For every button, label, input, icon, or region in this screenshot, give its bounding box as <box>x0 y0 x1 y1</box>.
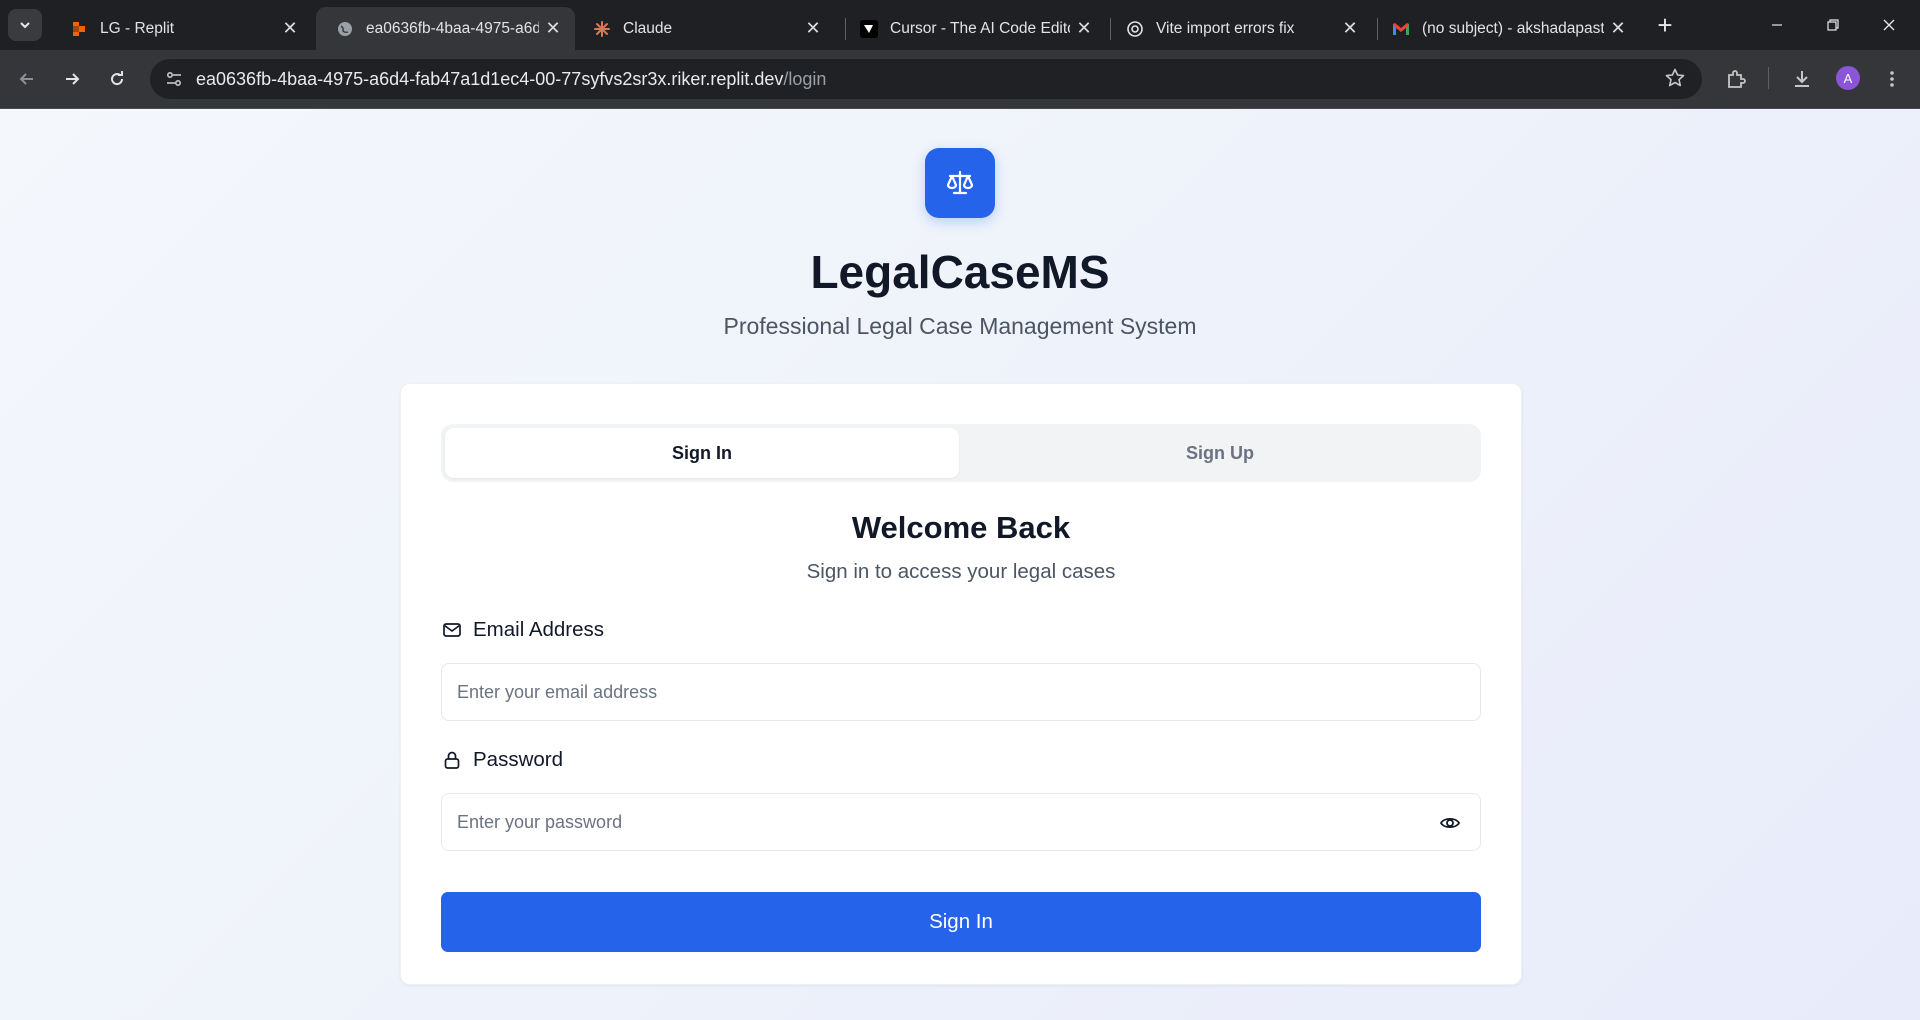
new-tab-button[interactable]: + <box>1650 10 1680 40</box>
tab-sign-up[interactable]: Sign Up <box>963 428 1477 478</box>
more-vert-icon <box>1890 71 1894 87</box>
browser-tab-gmail[interactable]: (no subject) - akshadapasta ✕ <box>1372 7 1640 50</box>
chatgpt-icon <box>1126 20 1144 38</box>
chevron-down-icon <box>20 22 30 29</box>
password-label-text: Password <box>473 748 564 771</box>
arrow-right-icon <box>66 73 80 85</box>
url-text: ea0636fb-4baa-4975-a6d4-fab47a1d1ec4-00-… <box>196 69 826 90</box>
tab-title: LG - Replit <box>100 19 175 37</box>
site-settings-icon[interactable] <box>162 67 186 91</box>
minimize-icon <box>1772 24 1782 26</box>
email-input[interactable] <box>442 664 1417 720</box>
cursor-icon <box>860 19 878 38</box>
password-field-wrapper <box>441 793 1481 851</box>
password-input[interactable] <box>442 794 1417 850</box>
replit-icon <box>70 20 88 38</box>
close-icon[interactable]: ✕ <box>539 18 567 39</box>
login-page: LegalCaseMS Professional Legal Case Mana… <box>0 109 1920 1020</box>
close-icon[interactable]: ✕ <box>799 18 827 39</box>
forward-button[interactable] <box>56 63 88 95</box>
extensions-button[interactable] <box>1720 63 1752 95</box>
mail-icon <box>441 619 463 641</box>
back-button[interactable] <box>11 63 43 95</box>
tab-title: Claude <box>623 19 673 37</box>
bookmark-star-icon[interactable] <box>1664 67 1686 94</box>
toolbar-divider <box>1768 67 1769 89</box>
puzzle-icon <box>1728 70 1746 88</box>
browser-tab-strip: LG - Replit ✕ ea0636fb-4baa-4975-a6d4 ✕ … <box>0 0 1920 50</box>
password-label: Password <box>441 748 563 772</box>
globe-icon <box>336 20 354 38</box>
browser-menu-button[interactable] <box>1876 63 1908 95</box>
browser-toolbar: ea0636fb-4baa-4975-a6d4-fab47a1d1ec4-00-… <box>0 50 1920 109</box>
minimize-button[interactable] <box>1754 8 1800 42</box>
restore-button[interactable] <box>1810 8 1856 42</box>
claude-icon <box>593 20 611 38</box>
sign-in-button[interactable]: Sign In <box>441 892 1481 952</box>
url-path: /login <box>783 68 827 89</box>
reload-button[interactable] <box>101 63 133 95</box>
auth-card: Sign In Sign Up Welcome Back Sign in to … <box>400 383 1522 985</box>
url-host: ea0636fb-4baa-4975-a6d4-fab47a1d1ec4-00-… <box>196 68 784 89</box>
arrow-left-icon <box>19 73 33 85</box>
form-heading: Welcome Back <box>851 510 1071 545</box>
restore-icon <box>1827 19 1839 31</box>
close-icon[interactable]: ✕ <box>1604 18 1632 39</box>
app-name: LegalCaseMS <box>810 246 1110 298</box>
lock-icon <box>441 749 463 771</box>
app-logo <box>925 148 995 218</box>
tab-title: Cursor - The AI Code Editor <box>890 19 1070 37</box>
email-label-text: Email Address <box>473 618 605 641</box>
scale-icon <box>946 170 974 195</box>
profile-avatar[interactable]: A <box>1836 66 1860 90</box>
auth-tabs: Sign In Sign Up <box>441 424 1481 482</box>
app-tagline: Professional Legal Case Management Syste… <box>723 313 1197 339</box>
eye-icon[interactable] <box>1438 811 1462 835</box>
reload-icon <box>111 71 124 86</box>
close-window-button[interactable] <box>1866 8 1912 42</box>
gmail-icon <box>1392 20 1410 38</box>
download-icon <box>1795 71 1809 87</box>
address-bar[interactable]: ea0636fb-4baa-4975-a6d4-fab47a1d1ec4-00-… <box>150 59 1702 99</box>
browser-tab-claude[interactable]: Claude ✕ <box>573 7 835 50</box>
tab-title: Vite import errors fix <box>1156 19 1295 37</box>
close-icon[interactable]: ✕ <box>276 18 304 39</box>
close-icon <box>1883 19 1895 31</box>
browser-tab-active[interactable]: ea0636fb-4baa-4975-a6d4 ✕ <box>316 7 575 50</box>
downloads-button[interactable] <box>1786 63 1818 95</box>
browser-tab-replit[interactable]: LG - Replit ✕ <box>50 7 312 50</box>
browser-tab-chatgpt[interactable]: Vite import errors fix ✕ <box>1106 7 1372 50</box>
tab-title: (no subject) - akshadapasta <box>1422 19 1604 37</box>
close-icon[interactable]: ✕ <box>1336 18 1364 39</box>
tab-sign-in[interactable]: Sign In <box>445 428 959 478</box>
email-label: Email Address <box>441 618 604 642</box>
close-icon[interactable]: ✕ <box>1070 18 1098 39</box>
email-field-wrapper <box>441 663 1481 721</box>
form-subheading: Sign in to access your legal cases <box>806 560 1116 583</box>
tab-title: ea0636fb-4baa-4975-a6d4 <box>366 19 539 37</box>
browser-tab-cursor[interactable]: Cursor - The AI Code Editor ✕ <box>840 7 1106 50</box>
tab-search-button[interactable] <box>8 9 42 41</box>
